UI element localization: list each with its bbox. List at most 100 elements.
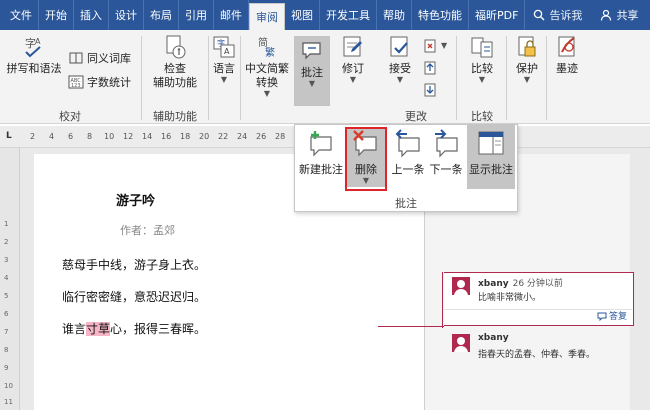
svg-text:A: A xyxy=(224,47,230,56)
word-count-label: 字数统计 xyxy=(87,76,131,89)
menu-foxit-pdf[interactable]: 福昕PDF xyxy=(469,0,526,30)
ink-label: 墨迹 xyxy=(556,62,578,75)
show-comments-button[interactable]: 显示批注 xyxy=(467,125,515,189)
compare-group-label: 比较 xyxy=(471,110,493,123)
previous-comment-button[interactable]: 上一条 xyxy=(389,129,427,185)
show-comments-label: 显示批注 xyxy=(469,163,513,176)
chevron-down-icon: ▼ xyxy=(523,75,531,84)
accessibility-group-label: 辅助功能 xyxy=(153,110,197,123)
reject-icon xyxy=(422,38,438,54)
comment-author: xbany 26 分钟以前 xyxy=(478,279,563,289)
track-changes-button[interactable]: 修订 ▼ xyxy=(334,34,372,84)
vruler-tick: 11 xyxy=(4,398,13,406)
ruler-tick: 26 xyxy=(256,132,267,141)
thesaurus-button[interactable]: 同义词库 xyxy=(68,50,131,66)
poem-line-3-start: 谁言 xyxy=(62,322,87,336)
word-count-button[interactable]: ABC 123 字数统计 xyxy=(68,74,131,90)
menu-references[interactable]: 引用 xyxy=(179,0,214,30)
lock-icon xyxy=(514,34,540,60)
vertical-ruler: 1 2 3 4 5 6 7 8 9 10 11 xyxy=(0,148,20,410)
ink-button[interactable]: 墨迹 xyxy=(550,34,584,76)
tell-me-search[interactable]: 告诉我 xyxy=(525,0,590,30)
comment-author: xbany xyxy=(478,333,509,343)
comments-group-label: 批注 xyxy=(395,197,417,210)
comment-text[interactable]: 指春天的孟春、仲春、季春。 xyxy=(478,347,595,360)
comment-text[interactable]: 比喻非常微小。 xyxy=(478,290,541,303)
comment-anchor-line xyxy=(442,272,443,328)
menu-home[interactable]: 开始 xyxy=(39,0,74,30)
avatar xyxy=(452,334,470,352)
ink-icon xyxy=(554,34,580,60)
menu-mailings[interactable]: 邮件 xyxy=(214,0,249,30)
poem-line-3: 谁言寸草心，报得三春晖。 xyxy=(62,320,206,337)
next-label: 下一条 xyxy=(429,163,463,176)
track-changes-icon xyxy=(340,34,366,60)
language-icon: 字A xyxy=(211,34,237,60)
menu-insert[interactable]: 插入 xyxy=(74,0,109,30)
chinese-conversion-button[interactable]: 简繁 中文简繁 转换 ▼ xyxy=(242,34,292,98)
check-label-1: 检查 xyxy=(164,62,186,75)
comment-card[interactable]: xbany 指春天的孟春、仲春、季春。 xyxy=(444,330,634,370)
menu-help[interactable]: 帮助 xyxy=(377,0,412,30)
chevron-down-icon: ▼ xyxy=(263,89,271,98)
separator xyxy=(456,36,457,120)
comments-dropdown: 新建批注 删除 ▼ 上一条 下一条 显示批注 批注 xyxy=(294,124,518,212)
menu-view[interactable]: 视图 xyxy=(285,0,320,30)
reply-button[interactable]: 答复 xyxy=(597,309,627,322)
previous-change-icon xyxy=(422,60,438,76)
ruler-tick: 12 xyxy=(123,132,134,141)
ruler-tick: 24 xyxy=(237,132,248,141)
check-accessibility-button[interactable]: 检查 辅助功能 xyxy=(148,34,202,90)
menu-design[interactable]: 设计 xyxy=(109,0,144,30)
vruler-tick: 2 xyxy=(4,238,9,246)
comment-card[interactable]: xbany 26 分钟以前 比喻非常微小。 答复 xyxy=(444,272,634,326)
tab-selector[interactable]: L xyxy=(6,131,18,143)
share-button[interactable]: 共享 xyxy=(594,0,644,30)
ruler-tick: 2 xyxy=(30,132,36,141)
previous-label: 上一条 xyxy=(391,163,425,176)
show-comments-icon xyxy=(476,129,506,159)
proofing-group-label: 校对 xyxy=(59,110,81,123)
vruler-tick: 10 xyxy=(4,382,13,390)
menu-special[interactable]: 特色功能 xyxy=(412,0,469,30)
protect-button[interactable]: 保护 ▼ xyxy=(510,34,544,84)
menu-developer[interactable]: 开发工具 xyxy=(320,0,377,30)
compare-label: 比较 xyxy=(471,62,493,75)
share-label: 共享 xyxy=(616,9,639,22)
spelling-icon: 字A xyxy=(21,34,47,60)
menu-file[interactable]: 文件 xyxy=(0,0,39,30)
separator xyxy=(546,36,547,120)
poem-line-2: 临行密密缝，意恐迟迟归。 xyxy=(62,290,207,304)
comment-time: 26 分钟以前 xyxy=(512,279,563,289)
menu-layout[interactable]: 布局 xyxy=(144,0,179,30)
comments-button[interactable]: 批注 ▼ xyxy=(294,36,330,106)
protect-label: 保护 xyxy=(516,62,538,75)
next-comment-button[interactable]: 下一条 xyxy=(427,129,465,185)
commented-text[interactable]: 寸草 xyxy=(86,322,111,336)
chinese-label-2: 转换 xyxy=(256,76,278,89)
spelling-label: 拼写和语法 xyxy=(6,62,62,75)
compare-icon xyxy=(469,34,495,60)
new-comment-label: 新建批注 xyxy=(299,163,343,176)
accept-button[interactable]: 接受 ▼ xyxy=(380,34,420,84)
tell-me-label: 告诉我 xyxy=(549,9,583,22)
svg-text:123: 123 xyxy=(71,83,81,89)
next-change-button[interactable] xyxy=(422,82,441,98)
compare-button[interactable]: 比较 ▼ xyxy=(462,34,502,84)
ruler-tick: 6 xyxy=(68,132,74,141)
chevron-down-icon: ▼ xyxy=(478,75,486,84)
language-button[interactable]: 字A 语言 ▼ xyxy=(210,34,238,84)
previous-change-button[interactable] xyxy=(422,60,441,76)
thesaurus-label: 同义词库 xyxy=(87,52,131,65)
vruler-tick: 7 xyxy=(4,328,9,336)
vruler-tick: 9 xyxy=(4,364,9,372)
previous-comment-icon xyxy=(393,129,423,159)
ruler-tick: 8 xyxy=(87,132,93,141)
svg-text:A: A xyxy=(35,37,41,46)
reject-button[interactable]: ▼ xyxy=(422,38,447,54)
tracking-label: 修订 xyxy=(342,62,364,75)
chinese-conversion-icon: 简繁 xyxy=(254,34,280,60)
menu-review[interactable]: 审阅 xyxy=(249,3,285,30)
new-comment-button[interactable]: 新建批注 xyxy=(299,129,343,185)
spelling-grammar-button[interactable]: 字A 拼写和语法 xyxy=(6,34,62,76)
